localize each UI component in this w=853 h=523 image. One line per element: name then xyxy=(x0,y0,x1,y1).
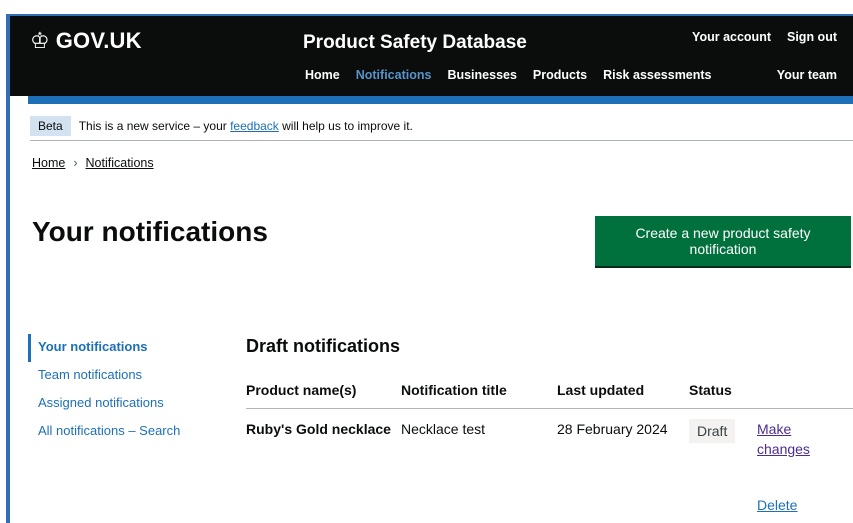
feedback-link[interactable]: feedback xyxy=(230,119,279,133)
nav-products[interactable]: Products xyxy=(533,68,587,82)
nav-risk-assessments[interactable]: Risk assessments xyxy=(603,68,711,82)
primary-navigation: Home Notifications Businesses Products R… xyxy=(305,68,712,82)
sidenav-all-notifications-search[interactable]: All notifications – Search xyxy=(28,418,228,446)
browser-frame: ♔ GOV.UK Product Safety Database Your ac… xyxy=(6,14,853,523)
page-title: Your notifications xyxy=(32,216,268,247)
delete-link[interactable]: Delete xyxy=(757,495,843,515)
account-links: Your account Sign out xyxy=(692,30,837,44)
site-header: ♔ GOV.UK Product Safety Database Your ac… xyxy=(10,16,853,96)
your-account-link[interactable]: Your account xyxy=(692,30,771,44)
breadcrumb-chevron-icon: › xyxy=(73,156,78,170)
make-changes-link[interactable]: Make changes xyxy=(757,419,843,459)
logo-text: GOV.UK xyxy=(55,28,142,53)
table-row: Ruby's Gold necklace Necklace test 28 Fe… xyxy=(246,409,853,523)
cell-status: Draft xyxy=(689,409,757,523)
create-notification-button[interactable]: Create a new product safety notification xyxy=(595,216,851,266)
govuk-logo[interactable]: ♔ GOV.UK xyxy=(30,28,142,54)
table-header-row: Product name(s) Notification title Last … xyxy=(246,376,853,409)
status-badge: Draft xyxy=(689,419,736,443)
your-team-link[interactable]: Your team xyxy=(777,68,837,82)
column-header-actions xyxy=(757,376,853,409)
nav-home[interactable]: Home xyxy=(305,68,340,82)
phase-text-before: This is a new service – your xyxy=(78,119,227,133)
service-name[interactable]: Product Safety Database xyxy=(303,32,527,54)
draft-notifications-table: Product name(s) Notification title Last … xyxy=(246,376,853,523)
column-header-product: Product name(s) xyxy=(246,376,401,409)
crown-icon: ♔ xyxy=(30,28,50,53)
nav-notifications[interactable]: Notifications xyxy=(356,68,432,82)
cell-product-name: Ruby's Gold necklace xyxy=(246,421,391,437)
column-header-title: Notification title xyxy=(401,376,557,409)
breadcrumb-home[interactable]: Home xyxy=(32,156,65,170)
header-blue-bar xyxy=(28,96,853,104)
column-header-updated: Last updated xyxy=(557,376,689,409)
cell-last-updated: 28 February 2024 xyxy=(557,421,668,437)
side-navigation: Your notifications Team notifications As… xyxy=(28,334,228,446)
phase-text-after: will help us to improve it. xyxy=(282,119,413,133)
breadcrumb: Home › Notifications xyxy=(32,156,154,170)
beta-tag: Beta xyxy=(30,116,71,136)
phase-text: This is a new service – your feedback wi… xyxy=(79,119,413,133)
nav-businesses[interactable]: Businesses xyxy=(447,68,516,82)
sidenav-assigned-notifications[interactable]: Assigned notifications xyxy=(28,390,228,418)
cell-notification-title: Necklace test xyxy=(401,421,486,437)
draft-notifications-heading: Draft notifications xyxy=(246,336,401,356)
sign-out-link[interactable]: Sign out xyxy=(787,30,837,44)
sidenav-your-notifications[interactable]: Your notifications xyxy=(28,334,228,362)
column-header-status: Status xyxy=(689,376,757,409)
phase-banner: Beta This is a new service – your feedba… xyxy=(30,112,853,141)
breadcrumb-notifications[interactable]: Notifications xyxy=(86,156,154,170)
cell-actions: Make changes Delete xyxy=(757,409,853,523)
sidenav-team-notifications[interactable]: Team notifications xyxy=(28,362,228,390)
